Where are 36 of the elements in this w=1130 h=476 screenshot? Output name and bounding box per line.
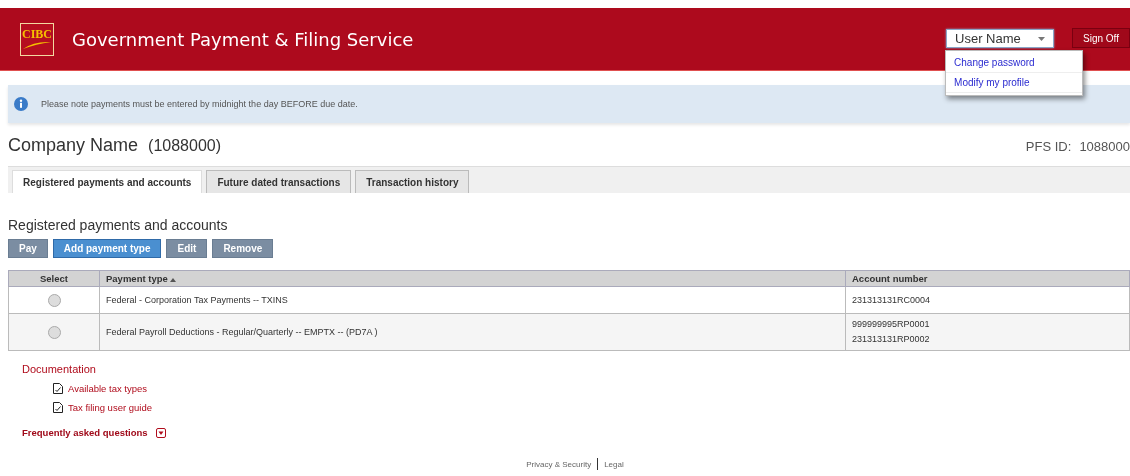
caret-icon [1038,36,1046,41]
footer-link[interactable]: Privacy & Security [526,459,592,469]
column-header[interactable]: Select [8,270,100,287]
radio-button[interactable] [47,293,61,307]
document-icon [53,402,63,413]
table-cell: 231313131RC0004 [845,286,1130,314]
pfs-label: PFS ID: [1025,139,1072,154]
tab[interactable]: Registered payments and accounts [12,170,203,193]
notice-text: Please note payments must be entered by midnight the day BEFORE due date. [41,99,358,109]
document-link[interactable]: Tax filing user guide [68,402,152,413]
table-cell: 999999995RP0001 231313131RP0002 [845,313,1130,351]
tab[interactable]: Transaction history [355,170,470,193]
expand-icon[interactable] [155,427,166,438]
column-header[interactable]: Payment type [99,270,846,287]
table-cell: Federal Payroll Deductions - Regular/Quarterly -- EMPTX -- (PD7A ) [99,313,846,351]
radio-button[interactable] [47,325,61,339]
document-link[interactable]: Available tax types [68,383,148,394]
menu-item[interactable]: Change password [946,53,1083,73]
section-title: Registered payments and accounts [8,217,229,233]
app-title: Government Payment & Filing Service [72,28,414,50]
sign-off-button[interactable]: Sign Off [1072,28,1130,48]
footer-link[interactable]: Legal [604,459,624,469]
document-icon [53,383,63,394]
column-header[interactable]: Account number [845,270,1130,287]
sort-ascending-icon [170,278,177,282]
bank-logo: CIBC [20,22,54,56]
info-icon [14,97,28,111]
menu-item[interactable]: Modify my profile [946,73,1083,93]
user-menu-dropdown[interactable]: User Name [946,29,1055,48]
pfs-id: 1088000 [1079,139,1130,154]
company-name: Company Name [8,135,139,156]
tab[interactable]: Future dated transactions [206,170,352,193]
faq-link[interactable]: Frequently asked questions [22,427,148,438]
company-number: (1088000) [148,137,221,155]
documentation-heading: Documentation [22,363,97,375]
table-cell: Federal - Corporation Tax Payments -- TXINS [99,286,846,314]
